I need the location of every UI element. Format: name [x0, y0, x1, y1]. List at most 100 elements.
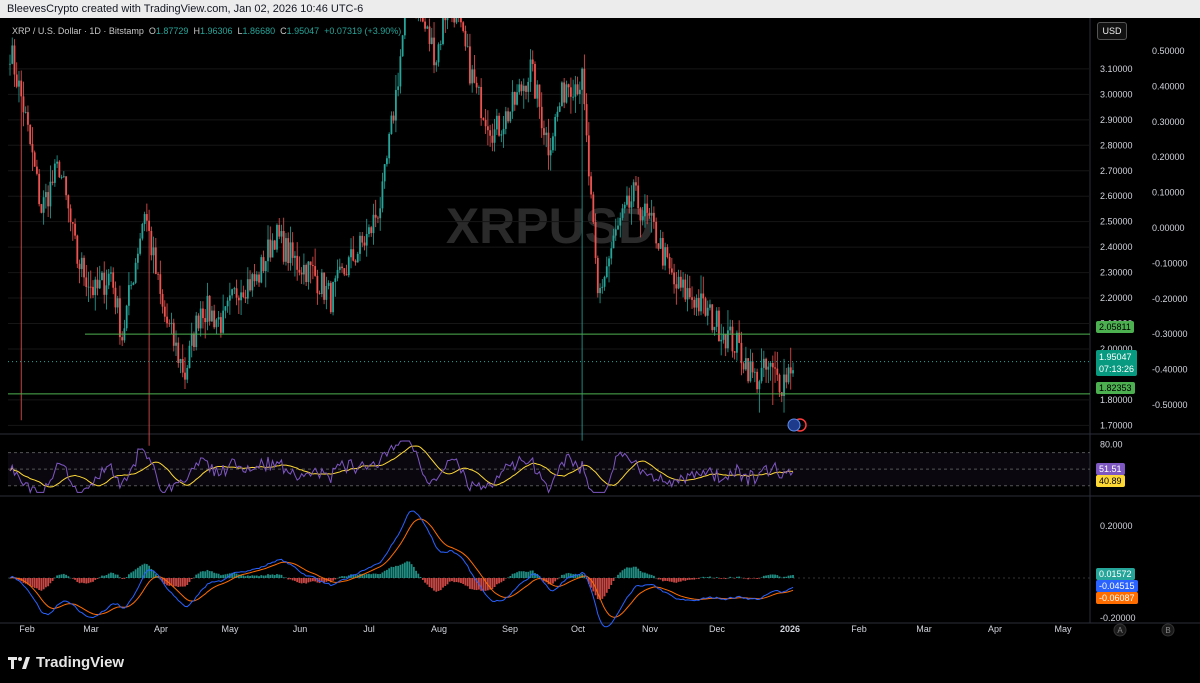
candle-body — [394, 89, 397, 121]
candle-body — [516, 92, 518, 105]
candle-body — [89, 286, 92, 288]
candle-body — [639, 208, 642, 221]
candle-body — [145, 214, 148, 221]
macd-histogram-bar — [637, 568, 640, 578]
candle-body — [482, 118, 485, 120]
macd-histogram-bar — [217, 573, 220, 578]
macd-histogram-bar — [561, 574, 563, 578]
macd-histogram-bar — [224, 574, 227, 578]
candle-body — [217, 317, 220, 320]
macd-histogram-bar — [462, 578, 465, 585]
macd-histogram-bar — [388, 568, 391, 578]
candle-body — [679, 276, 682, 288]
candle-body — [630, 201, 633, 208]
candle-body — [92, 286, 94, 296]
candle-body — [751, 361, 754, 373]
candle-body — [83, 257, 85, 278]
macd-histogram-bar — [435, 578, 438, 592]
macd-histogram-bar — [673, 578, 675, 583]
macd-histogram-bar — [688, 578, 691, 580]
macd-histogram-bar — [282, 577, 285, 578]
macd-histogram-bar — [760, 577, 763, 578]
chart-frame[interactable]: XRPUSD 3.10000 3.00000 2.90000 2.80000 2.7000… — [0, 18, 1200, 638]
macd-histogram-bar — [771, 574, 774, 578]
macd-histogram-bar — [646, 573, 649, 578]
macd-histogram-bar — [767, 575, 770, 578]
candle-body — [621, 208, 624, 218]
price-tick-label: 3.10000 — [1100, 64, 1133, 74]
candle-body — [347, 257, 350, 276]
candle-body — [462, 22, 465, 31]
macd-histogram-bar — [307, 578, 310, 583]
macd-histogram-bar — [565, 573, 568, 578]
macd-histogram-bar — [753, 578, 756, 579]
candle-body — [623, 204, 626, 209]
low-value: 1.86680 — [242, 26, 276, 36]
candle-body — [661, 238, 664, 266]
tradingview-logo[interactable]: TradingView — [8, 654, 124, 671]
candle-body — [733, 351, 736, 353]
macd-histogram-bar — [659, 578, 662, 580]
candle-body — [641, 216, 644, 221]
macd-histogram-bar — [442, 578, 444, 588]
candle-body — [38, 173, 41, 205]
candle-body — [213, 310, 216, 328]
candle-body — [574, 84, 577, 97]
candle-body — [585, 104, 588, 136]
candle-body — [103, 272, 106, 295]
candle-body — [94, 279, 97, 296]
macd-histogram-bar — [94, 578, 97, 580]
macd-histogram-bar — [751, 578, 754, 579]
candles-group — [9, 18, 794, 446]
macd-histogram-bar — [632, 566, 635, 578]
open-value: 1.87729 — [155, 26, 189, 36]
candle-body — [549, 150, 552, 156]
macd-histogram-bar — [125, 576, 128, 578]
candle-body — [112, 272, 115, 288]
attribution-text: BleevesCrypto created with TradingView.c… — [7, 3, 364, 15]
macd-histogram-bar — [186, 578, 189, 585]
candle-body — [599, 287, 601, 294]
macd-histogram-bar — [44, 578, 47, 588]
candle-body — [251, 274, 254, 291]
macd-histogram-bar — [469, 578, 471, 589]
macd-histogram-bar — [184, 578, 186, 587]
secondary-tick-label: -0.40000 — [1152, 365, 1188, 375]
macd-histogram-bar — [244, 576, 247, 578]
candle-body — [511, 92, 514, 112]
candle-body — [314, 266, 317, 276]
candle-body — [556, 111, 559, 117]
macd-histogram-bar — [774, 574, 776, 578]
chart-svg[interactable]: XRPUSD 3.10000 3.00000 2.90000 2.80000 2.7000… — [0, 18, 1200, 638]
macd-histogram-bar — [128, 574, 130, 578]
candle-body — [758, 381, 761, 390]
candle-body — [280, 231, 283, 237]
candle-body — [489, 130, 492, 136]
candle-body — [345, 274, 348, 276]
macd-histogram-bar — [195, 574, 198, 578]
macd-histogram-bar — [276, 574, 278, 578]
macd-histogram-bar — [363, 574, 366, 578]
candle-body — [166, 316, 168, 324]
macd-histogram-bar — [787, 575, 790, 578]
candle-body — [455, 18, 458, 23]
macd-histogram-bar — [403, 562, 406, 578]
macd-histogram-bar — [168, 578, 171, 586]
macd-histogram-bar — [733, 578, 736, 579]
candle-body — [776, 368, 779, 375]
macd-histogram-bar — [744, 578, 747, 579]
candle-body — [495, 115, 498, 130]
candle-body — [206, 295, 209, 323]
candle-body — [44, 192, 47, 198]
macd-histogram-bar — [381, 572, 384, 578]
candle-body — [154, 247, 157, 274]
currency-button[interactable]: USD — [1097, 22, 1127, 40]
candle-body — [424, 21, 426, 29]
macd-histogram-bar — [116, 574, 119, 578]
candle-body — [397, 86, 400, 90]
macd-histogram-bar — [731, 577, 734, 579]
macd-histogram-bar — [675, 578, 678, 583]
macd-histogram-bar — [639, 570, 642, 578]
candle-body — [659, 238, 662, 249]
candle-body — [536, 84, 539, 99]
